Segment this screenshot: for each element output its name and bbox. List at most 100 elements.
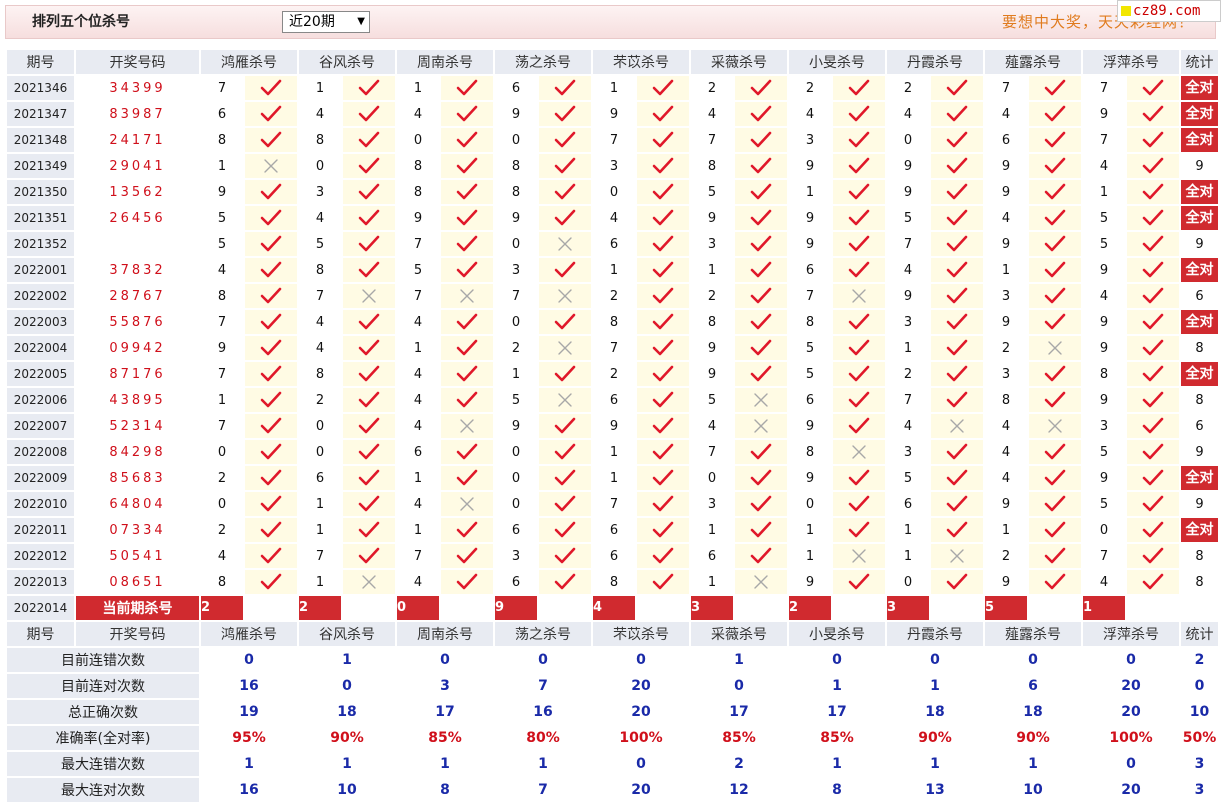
kill-number-cell: 9	[1099, 392, 1109, 408]
check-icon	[456, 209, 478, 226]
check-icon	[1044, 235, 1066, 252]
result-mark-cell	[1029, 258, 1081, 282]
summary-value: 12	[729, 782, 749, 798]
check-icon	[652, 131, 674, 148]
check-icon	[1044, 105, 1066, 122]
check-icon	[946, 495, 968, 512]
check-icon	[260, 573, 282, 590]
result-mark-cell	[833, 128, 885, 152]
stat-cell: 全对	[1181, 206, 1218, 230]
result-mark-cell	[539, 180, 591, 204]
col-stat-header: 统计	[1181, 622, 1218, 646]
check-icon	[1142, 183, 1164, 200]
kill-number-cell: 6	[217, 106, 227, 122]
check-icon	[848, 469, 870, 486]
summary-value: 20	[1121, 678, 1141, 694]
current-kill-cell: 3	[691, 596, 787, 620]
check-icon	[554, 79, 576, 96]
kill-number-cell: 4	[707, 418, 717, 434]
current-issue-row: 2022014 当前期杀号 2 2 0 9 4 3 2 3 5 1	[7, 596, 1218, 620]
result-mark-cell	[343, 310, 395, 334]
check-icon	[652, 443, 674, 460]
summary-value: 13	[925, 782, 945, 798]
summary-value: 1	[342, 652, 352, 668]
check-icon	[456, 469, 478, 486]
kill-number-cell: 5	[217, 236, 227, 252]
all-correct-badge: 全对	[1181, 76, 1218, 100]
result-mark-cell	[931, 466, 983, 490]
kill-number-cell: 6	[609, 548, 619, 564]
kill-number-cell: 9	[1099, 470, 1109, 486]
kill-number-cell: 4	[413, 496, 423, 512]
summary-value: 20	[631, 782, 651, 798]
result-mark-cell	[539, 570, 591, 594]
kill-number-cell: 8	[217, 288, 227, 304]
check-icon	[946, 313, 968, 330]
summary-value: 10	[337, 782, 357, 798]
issue-cell: 2022007	[7, 414, 74, 438]
period-select[interactable]: 近20期 ▼	[282, 11, 370, 33]
kill-number-cell: 3	[315, 184, 325, 200]
issue-cell: 2022009	[7, 466, 74, 490]
check-icon	[652, 469, 674, 486]
kill-number-cell: 1	[413, 340, 423, 356]
kill-number-cell: 5	[413, 262, 423, 278]
result-mark-cell	[1127, 544, 1179, 568]
check-icon	[652, 209, 674, 226]
summary-value: 3	[440, 678, 450, 694]
bottom-header-row: 期号 开奖号码 鸿雁杀号 谷风杀号 周南杀号 荡之杀号 芣苡杀号 采薇杀号 小旻杀号 丹霞杀号 薤露…	[7, 622, 1218, 646]
issue-cell: 2021347	[7, 102, 74, 126]
result-mark-cell	[931, 206, 983, 230]
result-mark-cell	[1127, 76, 1179, 100]
kill-number-cell: 6	[315, 470, 325, 486]
check-icon	[358, 339, 380, 356]
check-icon	[946, 105, 968, 122]
kill-number-cell: 2	[511, 340, 521, 356]
result-mark-cell	[539, 544, 591, 568]
kill-number-cell: 9	[1001, 158, 1011, 174]
kill-number-cell: 2	[903, 366, 913, 382]
summary-row: 总正确次数 19 18 17 16 20 17 17 18 18 20 10	[7, 700, 1218, 724]
kill-number-cell: 5	[903, 470, 913, 486]
kill-number-cell: 6	[805, 262, 815, 278]
check-icon	[750, 521, 772, 538]
check-icon	[260, 287, 282, 304]
cross-icon	[754, 575, 768, 589]
stat-cell: 全对	[1181, 180, 1218, 204]
kill-number-cell: 1	[315, 574, 325, 590]
result-mark-cell	[1029, 414, 1081, 438]
result-mark-cell	[931, 492, 983, 516]
check-icon	[456, 339, 478, 356]
result-mark-cell	[245, 466, 297, 490]
summary-value: 0	[832, 652, 842, 668]
result-mark-cell	[245, 570, 297, 594]
result-mark-cell	[637, 154, 689, 178]
result-mark-cell	[343, 388, 395, 412]
kill-number-cell: 7	[1099, 132, 1109, 148]
table-row: 2022001 37832 4 8 5 3 1 1 6 4 1 9 全对	[7, 258, 1218, 282]
check-icon	[260, 183, 282, 200]
cross-icon	[460, 497, 474, 511]
check-icon	[554, 443, 576, 460]
check-icon	[358, 313, 380, 330]
cross-icon	[1048, 419, 1062, 433]
check-icon	[358, 469, 380, 486]
col-expert-header: 小旻杀号	[789, 622, 885, 646]
check-icon	[750, 157, 772, 174]
check-icon	[554, 131, 576, 148]
site-logo[interactable]: cz89.com	[1117, 0, 1221, 22]
result-mark-cell	[931, 544, 983, 568]
kill-number-cell: 9	[511, 106, 521, 122]
result-mark-cell	[441, 466, 493, 490]
result-mark-cell	[1029, 284, 1081, 308]
summary-value: 0	[1126, 756, 1136, 772]
result-mark-cell	[1127, 258, 1179, 282]
all-correct-badge: 全对	[1181, 518, 1218, 542]
table-row: 2021351 26456 5 4 9 9 4 9 9 5 4 5 全对	[7, 206, 1218, 230]
kill-number-cell: 9	[805, 418, 815, 434]
check-icon	[652, 339, 674, 356]
kill-number-cell: 1	[217, 392, 227, 408]
result-mark-cell	[833, 76, 885, 100]
result-mark-cell	[539, 388, 591, 412]
kill-number-cell: 4	[1001, 210, 1011, 226]
